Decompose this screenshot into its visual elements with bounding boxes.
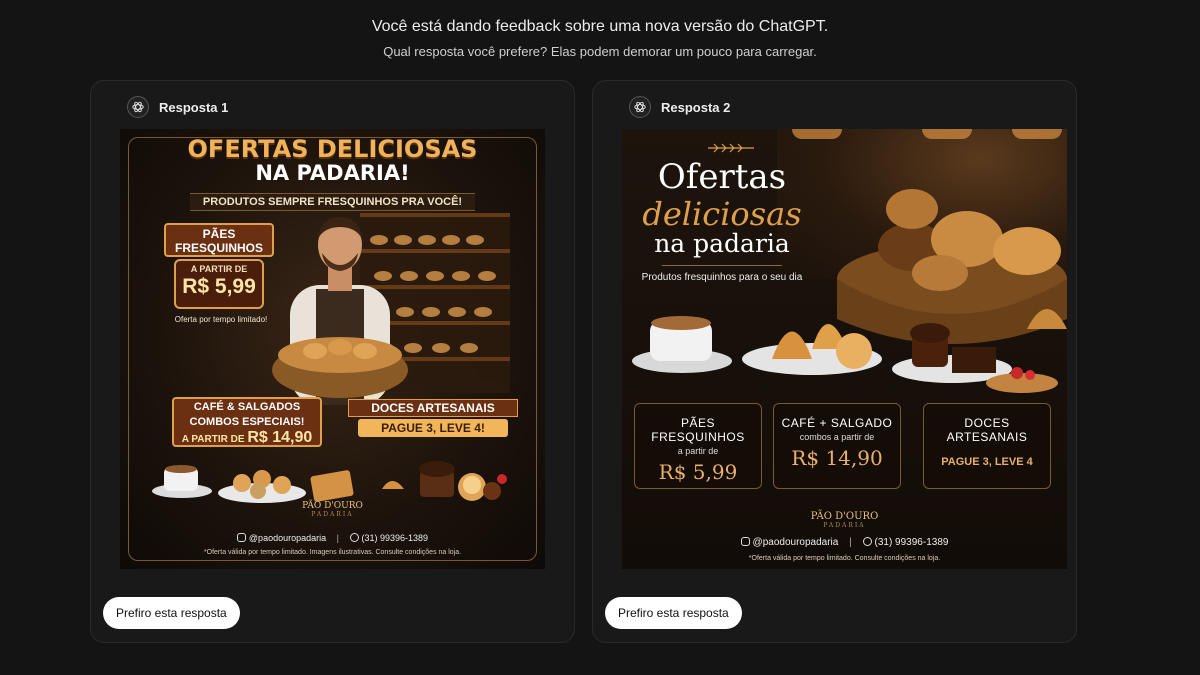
poster-headline: OFERTAS DELICIOSAS [187, 135, 478, 163]
poster-image-1: OFERTAS DELICIOSAS NA PADARIA! PRODUTOS … [120, 129, 545, 569]
feedback-subtitle: Qual resposta você prefere? Elas podem d… [383, 44, 817, 59]
prefer-response-1-button[interactable]: Prefiro esta resposta [103, 597, 240, 629]
poster-title-1: Ofertas [657, 157, 787, 197]
whatsapp-icon [862, 537, 872, 546]
poster-title-3: na padaria [654, 229, 790, 258]
brand-sub: PADARIA [823, 522, 866, 529]
food-illustration [152, 461, 507, 503]
brand-name: PÃO D'OURO [302, 501, 363, 511]
poster-disclaimer: *Oferta válida por tempo limitado. Image… [203, 549, 462, 556]
offer-box-doces: DOCES ARTESANAIS PAGUE 3, LEVE 4 [923, 403, 1051, 489]
separator: | [849, 537, 852, 548]
phone-number: (31) 99396-1389 [874, 537, 949, 548]
offer-box-cafe-salgado: CAFÉ + SALGADO combos a partir de R$ 14,… [773, 403, 901, 489]
poster-image-2: Ofertas deliciosas na padaria Produtos f… [622, 129, 1067, 569]
poster-title-2: deliciosas [642, 195, 802, 233]
offer-sub: combos a partir de [799, 432, 875, 442]
badge-price: R$ 5,99 [182, 275, 256, 298]
lamp-illustration [792, 129, 842, 139]
title-divider [662, 265, 782, 266]
badge-title: PÃES FRESQUINHOS [164, 223, 274, 257]
response-header: Resposta 1 [127, 95, 228, 119]
poster-subtitle: Produtos fresquinhos para o seu dia [641, 272, 803, 283]
contact-row: @paodouropadaria | (31) 99396-1389 [120, 533, 545, 543]
chatgpt-logo-icon [127, 96, 149, 118]
response-header: Resposta 2 [629, 95, 730, 119]
instagram-icon [740, 537, 750, 546]
separator: | [336, 533, 339, 543]
whatsapp-icon [349, 533, 359, 542]
offer-box-paes: PÃES FRESQUINHOS a partir de R$ 5,99 [634, 403, 762, 489]
instagram-handle: @paodouropadaria [248, 533, 327, 543]
chatgpt-logo-icon [629, 96, 651, 118]
poster-headline-2: NA PADARIA! [255, 161, 410, 185]
badge-note: Oferta por tempo limitado! [174, 315, 268, 324]
contact-row: @paodouropadaria | (31) 99396-1389 [622, 537, 1067, 548]
brand-sub: PADARIA [311, 511, 354, 518]
combo-line-2: COMBOS ESPECIAIS! [189, 416, 305, 428]
feedback-title: Você está dando feedback sobre uma nova … [371, 18, 829, 35]
instagram-handle: @paodouropadaria [752, 537, 839, 548]
wheat-ornament-icon [708, 143, 754, 153]
doces-title: DOCES ARTESANAIS [348, 399, 518, 417]
bread-price-badge: PÃES FRESQUINHOS A PARTIR DE R$ 5,99 Ofe… [160, 221, 278, 331]
instagram-icon [236, 533, 246, 542]
response-label: Resposta 1 [159, 99, 229, 115]
badge-from: A PARTIR DE [190, 264, 248, 274]
response-label: Resposta 2 [661, 99, 731, 115]
response-card-1: Resposta 1 OFERTAS DELICIOSAS NA PADARIA… [90, 80, 575, 643]
response-card-2: Resposta 2 Ofertas deliciosas na padaria… [592, 80, 1077, 643]
offer-price: R$ 14,90 [791, 446, 883, 470]
badge-price-panel: A PARTIR DE R$ 5,99 [174, 259, 264, 309]
offer-name: PÃES FRESQUINHOS [651, 416, 745, 444]
offer-sub: a partir de [677, 446, 719, 456]
brand-name: PÃO D'OURO [810, 511, 879, 522]
poster-disclaimer: *Oferta válida por tempo limitado. Consu… [748, 555, 941, 562]
combo-line-1: CAFÉ & SALGADOS [193, 401, 301, 413]
offer-name: CAFÉ + SALGADO [781, 416, 893, 430]
bakery-brand: PÃO D'OURO PADARIA [622, 511, 1067, 529]
baker-illustration [272, 217, 408, 405]
phone-number: (31) 99396-1389 [361, 533, 429, 543]
lamp-illustration [1012, 129, 1062, 139]
lamp-illustration [922, 129, 972, 139]
offer-price: R$ 5,99 [658, 460, 738, 484]
prefer-response-2-button[interactable]: Prefiro esta resposta [605, 597, 742, 629]
feedback-header: Você está dando feedback sobre uma nova … [0, 18, 1200, 59]
offer-name: DOCES ARTESANAIS [946, 416, 1028, 444]
bakery-brand: PÃO D'OURO PADARIA [120, 501, 545, 518]
offer-deal: PAGUE 3, LEVE 4 [941, 456, 1033, 468]
